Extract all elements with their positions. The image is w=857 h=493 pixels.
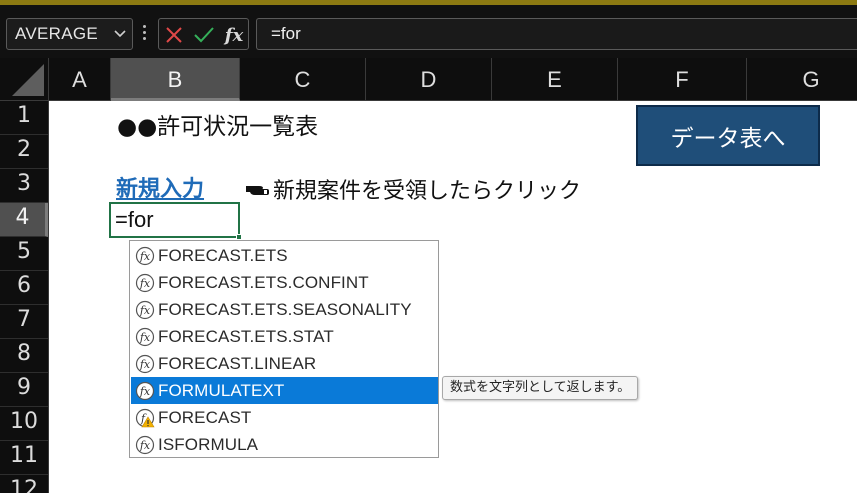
svg-text:fx: fx bbox=[139, 304, 151, 317]
column-header-f[interactable]: F bbox=[618, 58, 747, 101]
svg-text:fx: fx bbox=[139, 250, 151, 263]
row-header: 1 2 3 4 5 6 7 8 9 10 11 12 bbox=[0, 101, 49, 493]
row-header-11[interactable]: 11 bbox=[0, 441, 48, 475]
formula-buttons: fx bbox=[158, 18, 249, 50]
select-all-corner[interactable] bbox=[0, 58, 49, 101]
row-header-5[interactable]: 5 bbox=[0, 237, 48, 271]
active-cell-value: =for bbox=[115, 207, 154, 232]
autocomplete-item-selected[interactable]: fx FORMULATEXT bbox=[131, 377, 438, 404]
name-box[interactable]: AVERAGE bbox=[6, 18, 133, 50]
function-icon: fx bbox=[135, 273, 155, 292]
more-options-icon[interactable] bbox=[141, 22, 147, 46]
autocomplete-item[interactable]: fx FORECAST.ETS bbox=[131, 242, 438, 269]
autocomplete-item[interactable]: fx ISFORMULA bbox=[131, 431, 438, 458]
function-autocomplete-list: fx FORECAST.ETS fx FORECAST.ETS.CONFINT … bbox=[129, 240, 439, 458]
excel-window: AVERAGE fx =for A B C D E F G 1 2 3 4 5 … bbox=[0, 0, 857, 493]
active-cell-b4[interactable]: =for bbox=[109, 202, 242, 240]
svg-text:fx: fx bbox=[139, 331, 151, 344]
data-table-button[interactable]: データ表へ bbox=[636, 105, 820, 166]
row-header-9[interactable]: 9 bbox=[0, 373, 48, 407]
column-header-d[interactable]: D bbox=[366, 58, 492, 101]
column-header-e[interactable]: E bbox=[492, 58, 618, 101]
autocomplete-item[interactable]: fx FORECAST.LINEAR bbox=[131, 350, 438, 377]
function-icon: fx bbox=[135, 354, 155, 373]
function-icon: fx bbox=[135, 246, 155, 265]
row-header-6[interactable]: 6 bbox=[0, 271, 48, 305]
function-icon: fx bbox=[135, 381, 155, 400]
formula-input[interactable]: =for bbox=[256, 18, 857, 50]
pointing-hand-icon bbox=[246, 186, 269, 195]
enter-check-icon[interactable] bbox=[191, 22, 217, 48]
column-header: A B C D E F G bbox=[0, 58, 857, 101]
svg-text:fx: fx bbox=[139, 439, 151, 452]
row-header-4[interactable]: 4 bbox=[0, 203, 48, 237]
cancel-icon[interactable] bbox=[161, 22, 187, 48]
column-header-g[interactable]: G bbox=[747, 58, 857, 101]
new-entry-link[interactable]: 新規入力 bbox=[116, 171, 204, 203]
svg-text:fx: fx bbox=[139, 385, 151, 398]
insert-function-icon[interactable]: fx bbox=[221, 22, 247, 48]
autocomplete-item[interactable]: fx FORECAST.ETS.STAT bbox=[131, 323, 438, 350]
row-header-7[interactable]: 7 bbox=[0, 305, 48, 339]
column-header-c[interactable]: C bbox=[240, 58, 366, 101]
row-header-8[interactable]: 8 bbox=[0, 339, 48, 373]
row-header-1[interactable]: 1 bbox=[0, 101, 48, 135]
svg-text:fx: fx bbox=[139, 277, 151, 290]
hint-text: 新規案件を受領したらクリック bbox=[273, 179, 582, 204]
column-header-b[interactable]: B bbox=[111, 58, 240, 101]
row-header-3[interactable]: 3 bbox=[0, 169, 48, 203]
function-description-tooltip: 数式を文字列として返します。 bbox=[442, 376, 638, 400]
name-box-value: AVERAGE bbox=[15, 24, 99, 43]
autocomplete-item[interactable]: f FORECAST bbox=[131, 404, 438, 431]
row-header-12[interactable]: 12 bbox=[0, 475, 48, 493]
column-header-a[interactable]: A bbox=[49, 58, 111, 101]
autocomplete-item[interactable]: fx FORECAST.ETS.SEASONALITY bbox=[131, 296, 438, 323]
formula-bar: AVERAGE fx =for bbox=[0, 5, 857, 58]
autocomplete-item[interactable]: fx FORECAST.ETS.CONFINT bbox=[131, 269, 438, 296]
chevron-down-icon[interactable] bbox=[112, 20, 128, 48]
function-icon: fx bbox=[135, 435, 155, 454]
function-icon: fx bbox=[135, 300, 155, 319]
hint-text-row: 新規案件を受領したらクリック bbox=[245, 173, 581, 205]
svg-text:fx: fx bbox=[139, 358, 151, 371]
row-header-2[interactable]: 2 bbox=[0, 135, 48, 169]
function-icon: fx bbox=[135, 327, 155, 346]
row-header-10[interactable]: 10 bbox=[0, 407, 48, 441]
function-warning-icon: f bbox=[135, 408, 155, 427]
sheet-title: ●●許可状況一覧表 bbox=[117, 114, 319, 140]
